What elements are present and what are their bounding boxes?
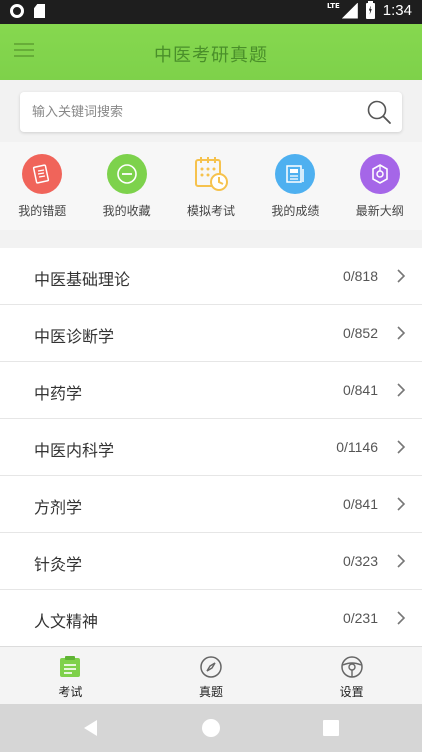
subject-progress: 0/818 bbox=[342, 268, 378, 284]
subject-item[interactable]: 中医基础理论 0/818 bbox=[0, 248, 422, 305]
mock-exam-icon bbox=[191, 154, 231, 194]
home-icon[interactable] bbox=[202, 719, 220, 737]
search-bar[interactable] bbox=[20, 92, 402, 132]
search-icon[interactable] bbox=[366, 99, 392, 125]
shortcut-label: 我的收藏 bbox=[102, 204, 151, 218]
signal-icon bbox=[341, 2, 358, 19]
subject-item[interactable]: 针灸学 0/323 bbox=[0, 533, 422, 590]
subject-progress: 0/852 bbox=[342, 325, 378, 341]
tab-past-papers[interactable]: 真题 bbox=[141, 647, 282, 704]
wrong-questions-icon bbox=[22, 154, 63, 194]
notification-circle-icon bbox=[10, 4, 24, 18]
subject-name: 中药学 bbox=[34, 384, 83, 403]
subject-progress: 0/841 bbox=[342, 382, 378, 398]
page-title: 中医考研真题 bbox=[154, 45, 268, 66]
chevron-right-icon bbox=[397, 611, 406, 625]
subject-item[interactable]: 中药学 0/841 bbox=[0, 362, 422, 419]
shortcut-label: 最新大纲 bbox=[355, 204, 404, 218]
status-bar: LTE 1:34 bbox=[0, 0, 422, 24]
shortcut-label: 我的成绩 bbox=[271, 204, 320, 218]
subject-progress: 0/1146 bbox=[336, 439, 378, 455]
syllabus-icon bbox=[359, 154, 400, 194]
subject-progress: 0/231 bbox=[342, 610, 378, 626]
tab-label: 考试 bbox=[58, 685, 83, 699]
exam-icon bbox=[60, 656, 81, 677]
subject-name: 中医内科学 bbox=[34, 441, 115, 460]
chevron-right-icon bbox=[397, 326, 406, 340]
subject-name: 方剂学 bbox=[34, 498, 83, 517]
subject-item[interactable]: 人文精神 0/231 bbox=[0, 590, 422, 647]
chevron-right-icon bbox=[397, 497, 406, 511]
subject-name: 中医诊断学 bbox=[34, 327, 115, 346]
shortcut-wrong-questions[interactable]: 我的错题 bbox=[0, 142, 84, 230]
subject-name: 人文精神 bbox=[34, 612, 99, 631]
lte-indicator: LTE bbox=[326, 2, 340, 10]
subject-list: 中医基础理论 0/818 中医诊断学 0/852 中药学 0/841 中医内科学… bbox=[0, 248, 422, 647]
recent-apps-icon[interactable] bbox=[323, 720, 339, 736]
subject-item[interactable]: 方剂学 0/841 bbox=[0, 476, 422, 533]
shortcut-bar: 我的错题 我的收藏 模拟考试 我的成绩 最新大纲 bbox=[0, 142, 422, 230]
tab-exam[interactable]: 考试 bbox=[0, 647, 141, 704]
sd-card-icon bbox=[34, 4, 45, 18]
subject-name: 中医基础理论 bbox=[34, 270, 131, 289]
app-bar: 中医考研真题 bbox=[0, 24, 422, 80]
status-time: 1:34 bbox=[382, 2, 412, 19]
shortcut-syllabus[interactable]: 最新大纲 bbox=[338, 142, 422, 230]
subject-item[interactable]: 中医内科学 0/1146 bbox=[0, 419, 422, 476]
subject-progress: 0/323 bbox=[342, 553, 378, 569]
chevron-right-icon bbox=[397, 554, 406, 568]
steering-wheel-icon bbox=[340, 656, 363, 678]
battery-icon bbox=[365, 0, 375, 19]
system-nav-bar bbox=[0, 704, 422, 752]
shortcut-label: 我的错题 bbox=[18, 204, 67, 218]
tab-label: 真题 bbox=[199, 685, 224, 699]
tab-settings[interactable]: 设置 bbox=[281, 647, 422, 704]
shortcut-favorites[interactable]: 我的收藏 bbox=[84, 142, 168, 230]
scores-icon bbox=[275, 154, 316, 194]
tab-label: 设置 bbox=[339, 685, 364, 699]
compass-icon bbox=[200, 656, 222, 678]
subject-item[interactable]: 中医诊断学 0/852 bbox=[0, 305, 422, 362]
shortcut-label: 模拟考试 bbox=[186, 204, 235, 218]
shortcut-mock-exam[interactable]: 模拟考试 bbox=[169, 142, 253, 230]
subject-name: 针灸学 bbox=[34, 555, 83, 574]
chevron-right-icon bbox=[397, 269, 406, 283]
shortcut-scores[interactable]: 我的成绩 bbox=[253, 142, 337, 230]
bottom-nav: 考试 真题 设置 bbox=[0, 646, 422, 704]
chevron-right-icon bbox=[397, 440, 406, 454]
search-section bbox=[0, 80, 422, 142]
search-input[interactable] bbox=[32, 102, 352, 122]
chevron-right-icon bbox=[397, 383, 406, 397]
back-icon[interactable] bbox=[84, 720, 97, 736]
favorites-icon bbox=[106, 154, 147, 194]
subject-progress: 0/841 bbox=[342, 496, 378, 512]
